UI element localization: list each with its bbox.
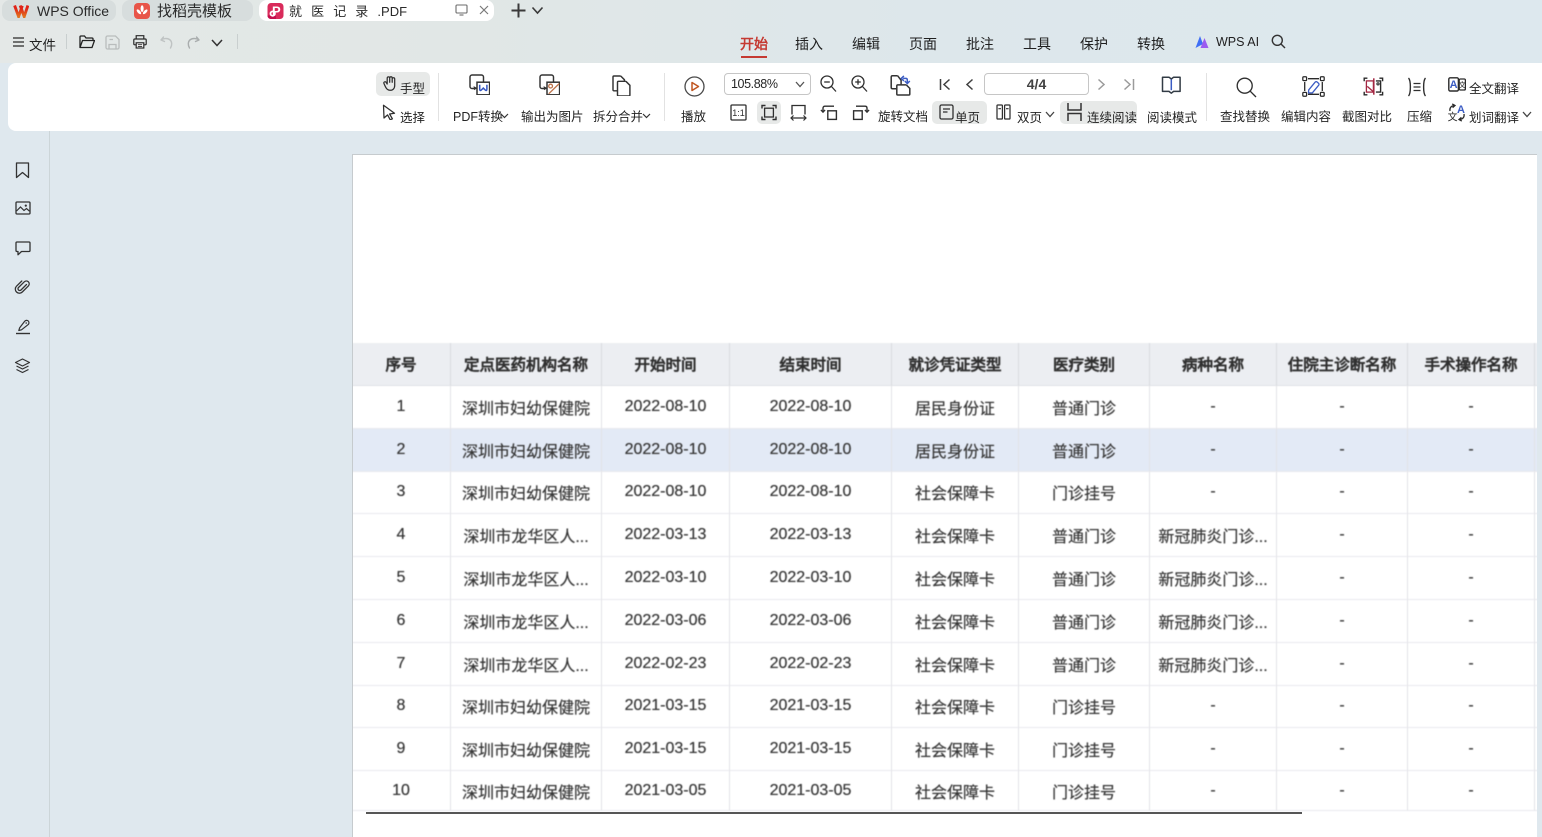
- svg-text:A: A: [1457, 104, 1465, 116]
- svg-text:A: A: [1450, 79, 1458, 91]
- svg-text:文: 文: [1448, 111, 1458, 122]
- svg-text:1:1: 1:1: [732, 108, 745, 118]
- svg-text:文: 文: [1459, 79, 1466, 89]
